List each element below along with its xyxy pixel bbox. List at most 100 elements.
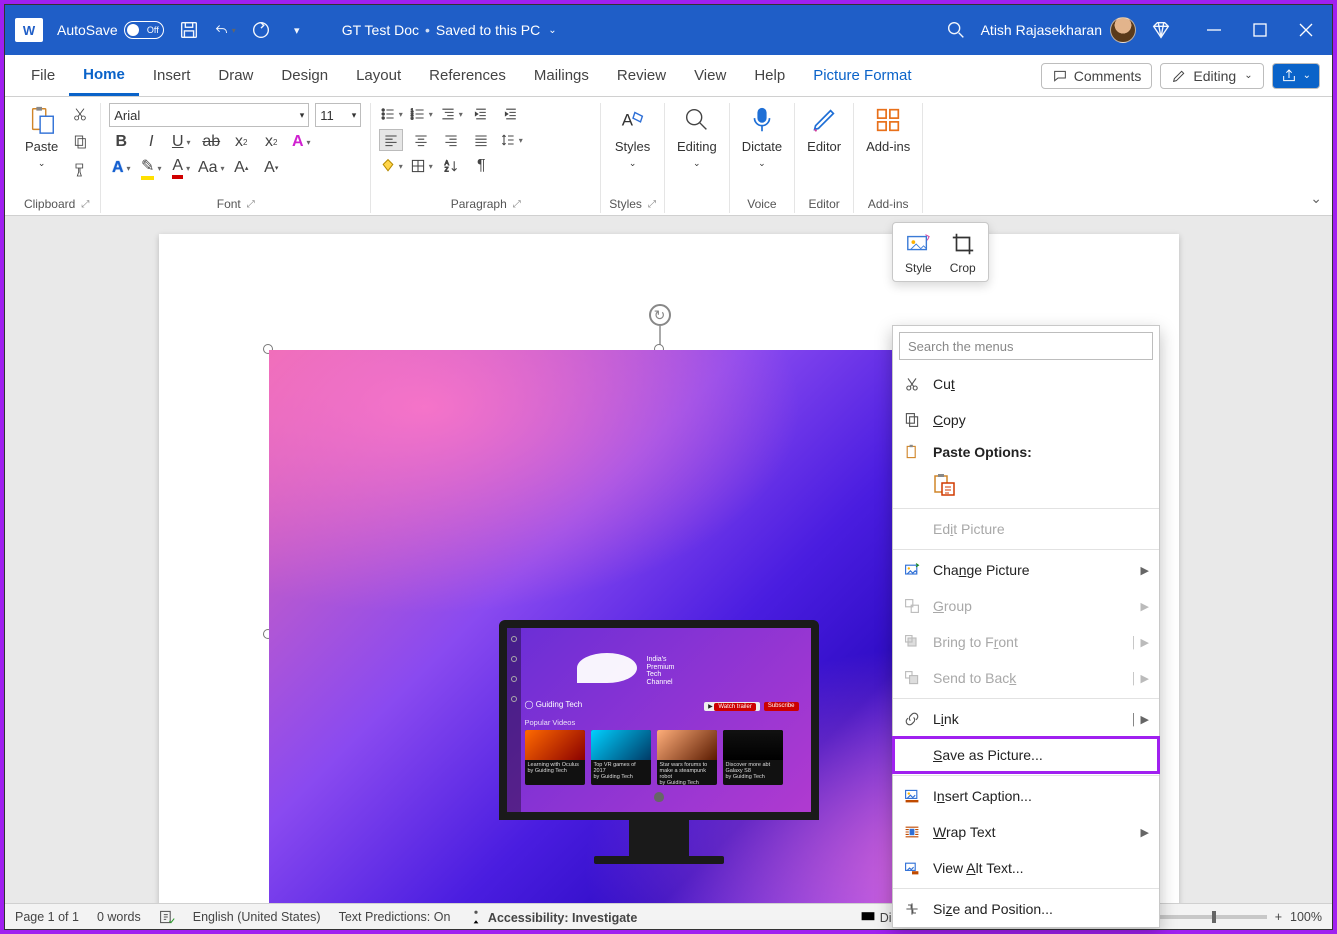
- styles-button[interactable]: A Styles⌄: [609, 103, 656, 171]
- editor-button[interactable]: Editor: [803, 103, 845, 156]
- zoom-percent[interactable]: 100%: [1290, 910, 1322, 924]
- styles-launcher-icon[interactable]: ⤢: [648, 199, 656, 210]
- text-outline-button[interactable]: A: [109, 157, 133, 179]
- decrease-indent-button[interactable]: [469, 103, 493, 125]
- font-family-combo[interactable]: Arial▾: [109, 103, 309, 127]
- font-color-button[interactable]: A: [169, 157, 193, 179]
- undo-icon[interactable]: [214, 19, 236, 41]
- numbering-button[interactable]: 123: [409, 103, 433, 125]
- tab-view[interactable]: View: [680, 55, 740, 96]
- redo-icon[interactable]: [250, 19, 272, 41]
- underline-button[interactable]: U: [169, 131, 193, 153]
- minimize-button[interactable]: [1204, 20, 1224, 40]
- font-launcher-icon[interactable]: ⤢: [247, 199, 255, 210]
- share-button[interactable]: ⌄: [1272, 63, 1320, 89]
- italic-button[interactable]: I: [139, 131, 163, 153]
- paste-keep-icon: [931, 472, 959, 500]
- align-right-button[interactable]: [439, 129, 463, 151]
- clipboard-launcher-icon[interactable]: ⤢: [81, 199, 89, 210]
- close-button[interactable]: [1296, 20, 1316, 40]
- ctx-change-picture[interactable]: Change Picture▶: [893, 552, 1159, 588]
- crop-button[interactable]: Crop: [946, 229, 980, 277]
- tab-help[interactable]: Help: [740, 55, 799, 96]
- picture-style-button[interactable]: Style: [901, 229, 936, 277]
- font-size-combo[interactable]: 11▾: [315, 103, 361, 127]
- ctx-wrap-text[interactable]: Wrap Text▶: [893, 814, 1159, 850]
- tab-insert[interactable]: Insert: [139, 55, 205, 96]
- alt-text-icon: [903, 859, 921, 877]
- subscript-button[interactable]: x2: [229, 131, 253, 153]
- ctx-copy[interactable]: Copy: [893, 402, 1159, 438]
- tab-mailings[interactable]: Mailings: [520, 55, 603, 96]
- autosave-label: AutoSave: [57, 22, 118, 38]
- cut-icon[interactable]: [68, 103, 92, 125]
- strikethrough-button[interactable]: ab: [199, 131, 223, 153]
- tab-home[interactable]: Home: [69, 55, 139, 96]
- status-language[interactable]: English (United States): [193, 910, 321, 924]
- increase-indent-button[interactable]: [499, 103, 523, 125]
- bold-button[interactable]: B: [109, 131, 133, 153]
- sort-button[interactable]: AZ: [439, 155, 463, 177]
- ctx-link[interactable]: Link│ ▶: [893, 701, 1159, 737]
- ribbon-group-addins: Add-ins Add-ins: [854, 103, 923, 213]
- status-accessibility[interactable]: Accessibility: Investigate: [468, 909, 637, 925]
- zoom-in-button[interactable]: +: [1275, 910, 1282, 924]
- shading-button[interactable]: [379, 155, 403, 177]
- ctx-paste-option-keep[interactable]: [893, 466, 1159, 506]
- save-icon[interactable]: [178, 19, 200, 41]
- document-title[interactable]: GT Test Doc • Saved to this PC ⌄: [342, 22, 557, 38]
- tab-references[interactable]: References: [415, 55, 520, 96]
- status-page[interactable]: Page 1 of 1: [15, 910, 79, 924]
- account-button[interactable]: Atish Rajasekharan: [981, 17, 1136, 43]
- format-painter-icon[interactable]: [68, 159, 92, 181]
- change-case-button[interactable]: Aa: [199, 157, 223, 179]
- ribbon-group-editor: Editor Editor: [795, 103, 854, 213]
- autosave-toggle[interactable]: AutoSave Off: [57, 21, 164, 39]
- line-spacing-button[interactable]: [499, 129, 523, 151]
- align-center-button[interactable]: [409, 129, 433, 151]
- bullets-button[interactable]: [379, 103, 403, 125]
- tab-picture-format[interactable]: Picture Format: [799, 55, 925, 96]
- ctx-save-as-picture[interactable]: Save as Picture...: [893, 737, 1159, 773]
- ctx-view-alt-text[interactable]: View Alt Text...: [893, 850, 1159, 886]
- diamond-icon[interactable]: [1150, 19, 1172, 41]
- multilevel-button[interactable]: [439, 103, 463, 125]
- dictate-button[interactable]: Dictate⌄: [738, 103, 786, 171]
- spell-check-icon[interactable]: [159, 909, 175, 925]
- menu-search-input[interactable]: Search the menus: [899, 332, 1153, 360]
- svg-text:A: A: [621, 111, 633, 130]
- collapse-ribbon-icon[interactable]: ⌄: [1310, 190, 1322, 207]
- paragraph-launcher-icon[interactable]: ⤢: [513, 199, 521, 210]
- status-predictions[interactable]: Text Predictions: On: [339, 910, 451, 924]
- zoom-slider[interactable]: − + 100%: [1141, 910, 1322, 924]
- copy-icon[interactable]: [68, 131, 92, 153]
- ribbon-group-styles: A Styles⌄ Styles⤢: [601, 103, 665, 213]
- search-icon[interactable]: [945, 19, 967, 41]
- qat-customize-icon[interactable]: ▾: [286, 19, 308, 41]
- highlight-button[interactable]: ✎: [139, 157, 163, 179]
- text-effects-button[interactable]: A: [289, 131, 313, 153]
- editing-button[interactable]: Editing⌄: [673, 103, 721, 171]
- superscript-button[interactable]: x2: [259, 131, 283, 153]
- shrink-font-button[interactable]: A▾: [259, 157, 283, 179]
- tab-design[interactable]: Design: [267, 55, 342, 96]
- comments-button[interactable]: Comments: [1041, 63, 1153, 89]
- borders-button[interactable]: [409, 155, 433, 177]
- rotate-handle[interactable]: [649, 304, 671, 326]
- ctx-insert-caption[interactable]: Insert Caption...: [893, 778, 1159, 814]
- ctx-cut[interactable]: Cut: [893, 366, 1159, 402]
- grow-font-button[interactable]: A▴: [229, 157, 253, 179]
- ctx-size-position[interactable]: Size and Position...: [893, 891, 1159, 927]
- align-left-button[interactable]: [379, 129, 403, 151]
- justify-button[interactable]: [469, 129, 493, 151]
- tab-file[interactable]: File: [17, 55, 69, 96]
- editing-mode-button[interactable]: Editing⌄: [1160, 63, 1263, 89]
- paste-button[interactable]: Paste⌄: [21, 103, 62, 171]
- tab-review[interactable]: Review: [603, 55, 680, 96]
- addins-button[interactable]: Add-ins: [862, 103, 914, 156]
- maximize-button[interactable]: [1250, 20, 1270, 40]
- tab-layout[interactable]: Layout: [342, 55, 415, 96]
- show-marks-button[interactable]: ¶: [469, 155, 493, 177]
- status-words[interactable]: 0 words: [97, 910, 141, 924]
- tab-draw[interactable]: Draw: [204, 55, 267, 96]
